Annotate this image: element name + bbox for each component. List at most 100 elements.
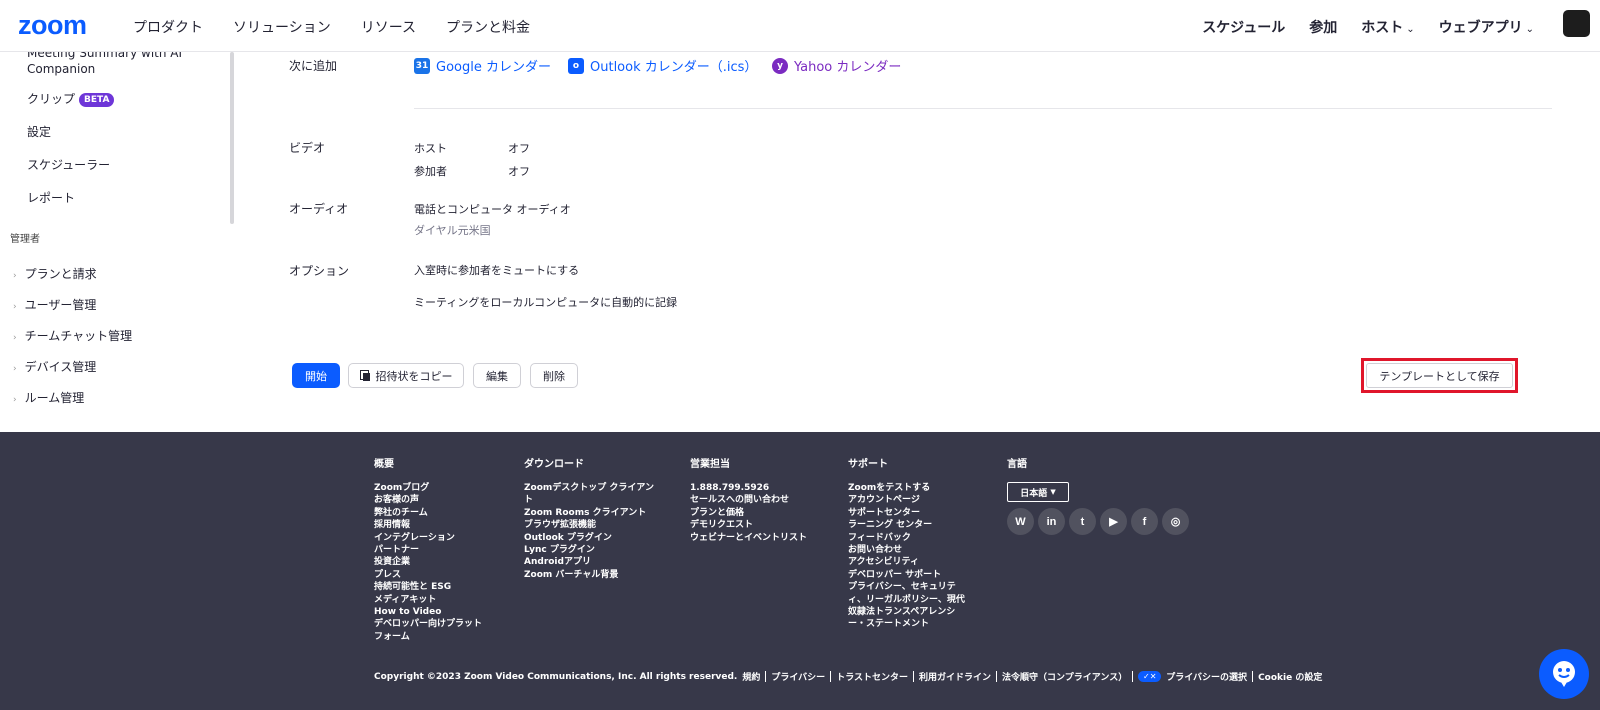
footer-link[interactable]: ー・ステートメント — [848, 618, 965, 630]
footer-link[interactable]: ィ、リーガルポリシー、現代 — [848, 594, 965, 606]
legal-terms-link[interactable]: 規約 — [742, 670, 760, 683]
avatar[interactable] — [1563, 10, 1590, 37]
legal-guidelines-link[interactable]: 利用ガイドライン — [919, 670, 991, 683]
footer-link[interactable]: Zoomブログ — [374, 482, 482, 494]
separator — [1132, 671, 1134, 682]
sidebar-scrollbar[interactable] — [230, 52, 234, 224]
option-mute-on-entry: 入室時に参加者をミュートにする — [414, 264, 580, 277]
start-button[interactable]: 開始 — [292, 363, 340, 388]
copy-invite-button[interactable]: 招待状をコピー — [348, 363, 464, 388]
footer-link[interactable]: Zoomデスクトップ クライアン — [524, 482, 654, 494]
footer-link[interactable]: プライバシー、セキュリテ — [848, 581, 965, 593]
footer-link[interactable]: フィードバック — [848, 532, 965, 544]
linkedin-icon[interactable]: in — [1038, 508, 1065, 535]
footer-link[interactable]: インテグレーション — [374, 532, 482, 544]
footer-link[interactable]: フォーム — [374, 631, 482, 643]
footer-link[interactable]: ト — [524, 494, 654, 506]
sidebar-item-room-management[interactable]: › ルーム管理 — [13, 389, 84, 406]
sidebar-section-admin: 管理者 — [10, 234, 40, 245]
footer-link[interactable]: デベロッパー向けプラット — [374, 618, 482, 630]
footer-link[interactable]: プランと価格 — [690, 507, 807, 519]
footer-link[interactable]: プレス — [374, 569, 482, 581]
footer-link[interactable]: サポートセンター — [848, 507, 965, 519]
youtube-icon[interactable]: ▶ — [1100, 508, 1127, 535]
sidebar-item-user-management[interactable]: › ユーザー管理 — [13, 296, 96, 313]
twitter-icon[interactable]: t — [1069, 508, 1096, 535]
sidebar-item-label: ユーザー管理 — [24, 298, 97, 312]
audio-label: オーディオ — [289, 202, 349, 216]
footer-link[interactable]: パートナー — [374, 544, 482, 556]
footer-heading: ダウンロード — [524, 459, 584, 470]
instagram-icon[interactable]: ◎ — [1162, 508, 1189, 535]
footer-link[interactable]: アクセシビリティ — [848, 556, 965, 568]
social-links: W in t ▶ f ◎ — [1007, 508, 1189, 535]
save-as-template-button[interactable]: テンプレートとして保存 — [1366, 363, 1513, 388]
video-participant-value: オフ — [508, 165, 530, 178]
nav-resources[interactable]: リソース — [361, 17, 416, 37]
google-calendar-label: Google カレンダー — [436, 60, 551, 75]
sidebar-item-scheduler[interactable]: スケジューラー — [27, 156, 110, 173]
footer-link[interactable]: 奴隷法トランスペアレンシ — [848, 606, 965, 618]
footer-link[interactable]: ウェビナーとイベントリスト — [690, 532, 807, 544]
footer-link[interactable]: お客様の声 — [374, 494, 482, 506]
nav-solutions[interactable]: ソリューション — [233, 17, 331, 37]
sidebar-item-clips[interactable]: クリップ BETA — [27, 90, 115, 107]
divider — [414, 108, 1552, 109]
footer-link[interactable]: 持続可能性と ESG — [374, 581, 482, 593]
language-select[interactable]: 日本語 ▼ — [1007, 482, 1069, 502]
sidebar-item-reports[interactable]: レポート — [27, 189, 75, 206]
chat-bot-icon — [1553, 661, 1575, 687]
footer-link[interactable]: Zoomをテストする — [848, 482, 965, 494]
nav-host[interactable]: ホスト ⌄ — [1361, 17, 1414, 37]
nav-join[interactable]: 参加 — [1309, 17, 1337, 37]
sidebar-item-device-management[interactable]: › デバイス管理 — [13, 358, 96, 375]
footer-link[interactable]: セールスへの問い合わせ — [690, 494, 807, 506]
legal-trust-center-link[interactable]: トラストセンター — [836, 670, 908, 683]
footer-link[interactable]: 弊社のチーム — [374, 507, 482, 519]
footer-link[interactable]: メディアキット — [374, 594, 482, 606]
facebook-icon[interactable]: f — [1131, 508, 1158, 535]
nav-web-app[interactable]: ウェブアプリ ⌄ — [1439, 17, 1534, 37]
outlook-icon: o — [568, 57, 584, 74]
sidebar-item-plans-billing[interactable]: › プランと請求 — [13, 265, 97, 282]
google-calendar-link[interactable]: 31 Google カレンダー — [414, 56, 551, 75]
footer-link[interactable]: 投資企業 — [374, 556, 482, 568]
footer-link[interactable]: 1.888.799.5926 — [690, 482, 807, 494]
footer-link[interactable]: デモリクエスト — [690, 519, 807, 531]
meeting-details: 次に追加 31 Google カレンダー o Outlook カレンダー（.ic… — [236, 52, 1600, 432]
sidebar-item-team-chat-management[interactable]: › チームチャット管理 — [13, 327, 132, 344]
footer-link[interactable]: Zoom バーチャル背景 — [524, 569, 654, 581]
yahoo-calendar-link[interactable]: y Yahoo カレンダー — [772, 56, 901, 75]
footer-link[interactable]: 採用情報 — [374, 519, 482, 531]
cookie-settings-link[interactable]: Cookie の設定 — [1258, 670, 1322, 683]
chat-support-button[interactable] — [1539, 649, 1589, 699]
legal-privacy-link[interactable]: プライバシー — [771, 670, 825, 683]
zoom-logo[interactable]: zoom — [18, 10, 87, 41]
separator — [1252, 671, 1254, 682]
footer-heading: 営業担当 — [690, 459, 730, 470]
delete-button[interactable]: 削除 — [530, 363, 578, 388]
outlook-calendar-link[interactable]: o Outlook カレンダー（.ics） — [568, 56, 757, 75]
footer-link[interactable]: デベロッパー サポート — [848, 569, 965, 581]
footer-link[interactable]: Androidアプリ — [524, 556, 654, 568]
footer-link[interactable]: Outlook プラグイン — [524, 532, 654, 544]
copyright-text: Copyright ©2023 Zoom Video Communication… — [374, 671, 738, 682]
footer-link[interactable]: お問い合わせ — [848, 544, 965, 556]
audio-value: 電話とコンピュータ オーディオ — [414, 203, 571, 216]
nav-pricing[interactable]: プランと料金 — [446, 17, 530, 37]
legal-compliance-link[interactable]: 法令順守（コンプライアンス） — [1002, 670, 1127, 683]
footer-link[interactable]: Lync プラグイン — [524, 544, 654, 556]
nav-schedule[interactable]: スケジュール — [1202, 17, 1285, 37]
sidebar-item-meeting-summary[interactable]: Meeting Summary with AI Companion — [27, 52, 207, 77]
edit-button[interactable]: 編集 — [473, 363, 521, 388]
privacy-choices-link[interactable]: プライバシーの選択 — [1166, 670, 1247, 683]
footer-link[interactable]: ブラウザ拡張機能 — [524, 519, 654, 531]
footer-link[interactable]: How to Video — [374, 606, 482, 618]
save-template-highlight: テンプレートとして保存 — [1361, 358, 1518, 393]
sidebar-item-settings[interactable]: 設定 — [27, 123, 51, 140]
footer-link[interactable]: Zoom Rooms クライアント — [524, 507, 654, 519]
footer-link[interactable]: ラーニング センター — [848, 519, 965, 531]
footer-link[interactable]: アカウントページ — [848, 494, 965, 506]
nav-products[interactable]: プロダクト — [133, 17, 203, 37]
wordpress-icon[interactable]: W — [1007, 508, 1034, 535]
